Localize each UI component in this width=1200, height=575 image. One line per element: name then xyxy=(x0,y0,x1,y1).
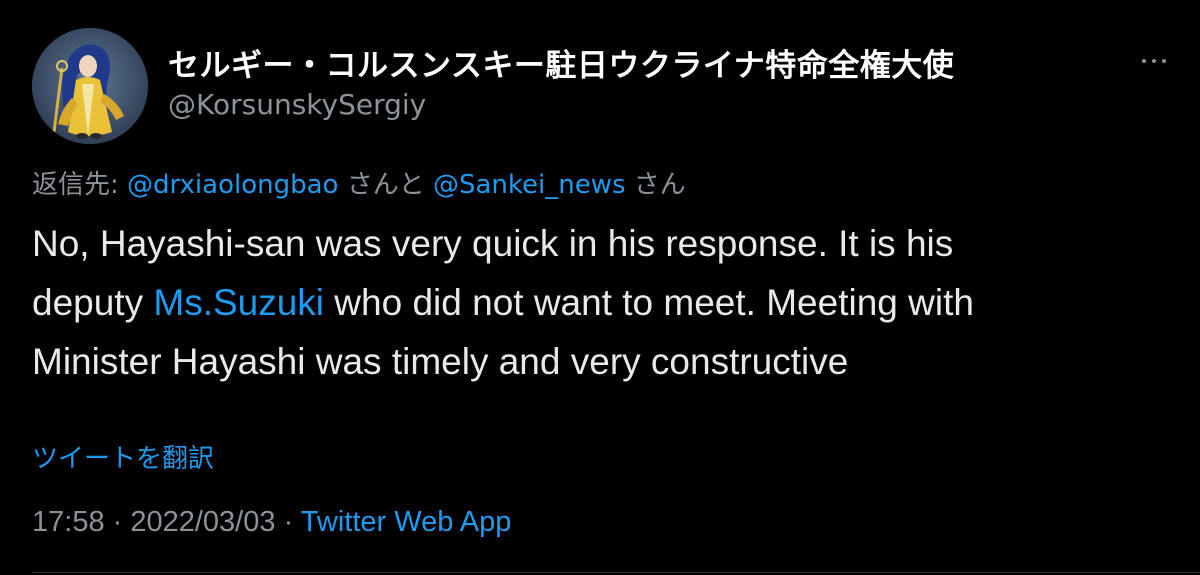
tweet-text-segment: deputy xyxy=(32,282,154,323)
more-horizontal-icon-dot xyxy=(1152,59,1156,63)
tweet-date[interactable]: 2022/03/03 xyxy=(130,506,275,538)
reply-join: さんと xyxy=(338,170,433,200)
tweet: セルギー・コルスンスキー駐日ウクライナ特命全権大使 @KorsunskySerg… xyxy=(0,0,1200,575)
meta-separator: · xyxy=(275,506,301,538)
tweet-source-link[interactable]: Twitter Web App xyxy=(301,506,512,538)
reply-context: 返信先: @drxiaolongbao さんと @Sankei_news さん xyxy=(32,164,686,201)
more-options-button[interactable] xyxy=(1132,46,1176,76)
tweet-time[interactable]: 17:58 xyxy=(32,506,105,538)
tweet-text-line: Minister Hayashi was timely and very con… xyxy=(32,341,849,382)
avatar-illustration xyxy=(32,28,148,144)
tweet-text-segment: who did not want to meet. Meeting with xyxy=(324,282,974,323)
tweet-text: No, Hayashi-san was very quick in his re… xyxy=(32,214,1182,391)
mention-sankei-news[interactable]: @Sankei_news xyxy=(433,170,626,200)
translate-tweet-link[interactable]: ツイートを翻訳 xyxy=(32,438,214,475)
reply-suffix: さん xyxy=(625,170,686,200)
more-horizontal-icon-dot xyxy=(1162,59,1166,63)
meta-separator: · xyxy=(104,506,131,538)
avatar[interactable] xyxy=(32,28,148,144)
reply-prefix: 返信先: xyxy=(32,170,128,200)
tweet-text-line: No, Hayashi-san was very quick in his re… xyxy=(32,223,954,264)
mention-drxiaolongbao[interactable]: @drxiaolongbao xyxy=(127,170,338,200)
tweet-text-line: deputy Ms.Suzuki who did not want to mee… xyxy=(32,273,1182,332)
tweet-link-ms-suzuki[interactable]: Ms.Suzuki xyxy=(153,282,324,323)
tweet-meta: 17:58 · 2022/03/03 · Twitter Web App xyxy=(32,506,511,539)
author-display-name[interactable]: セルギー・コルスンスキー駐日ウクライナ特命全権大使 xyxy=(168,40,954,85)
author-handle[interactable]: @KorsunskySergiy xyxy=(168,88,426,121)
more-horizontal-icon xyxy=(1142,59,1146,63)
divider xyxy=(32,572,1200,573)
